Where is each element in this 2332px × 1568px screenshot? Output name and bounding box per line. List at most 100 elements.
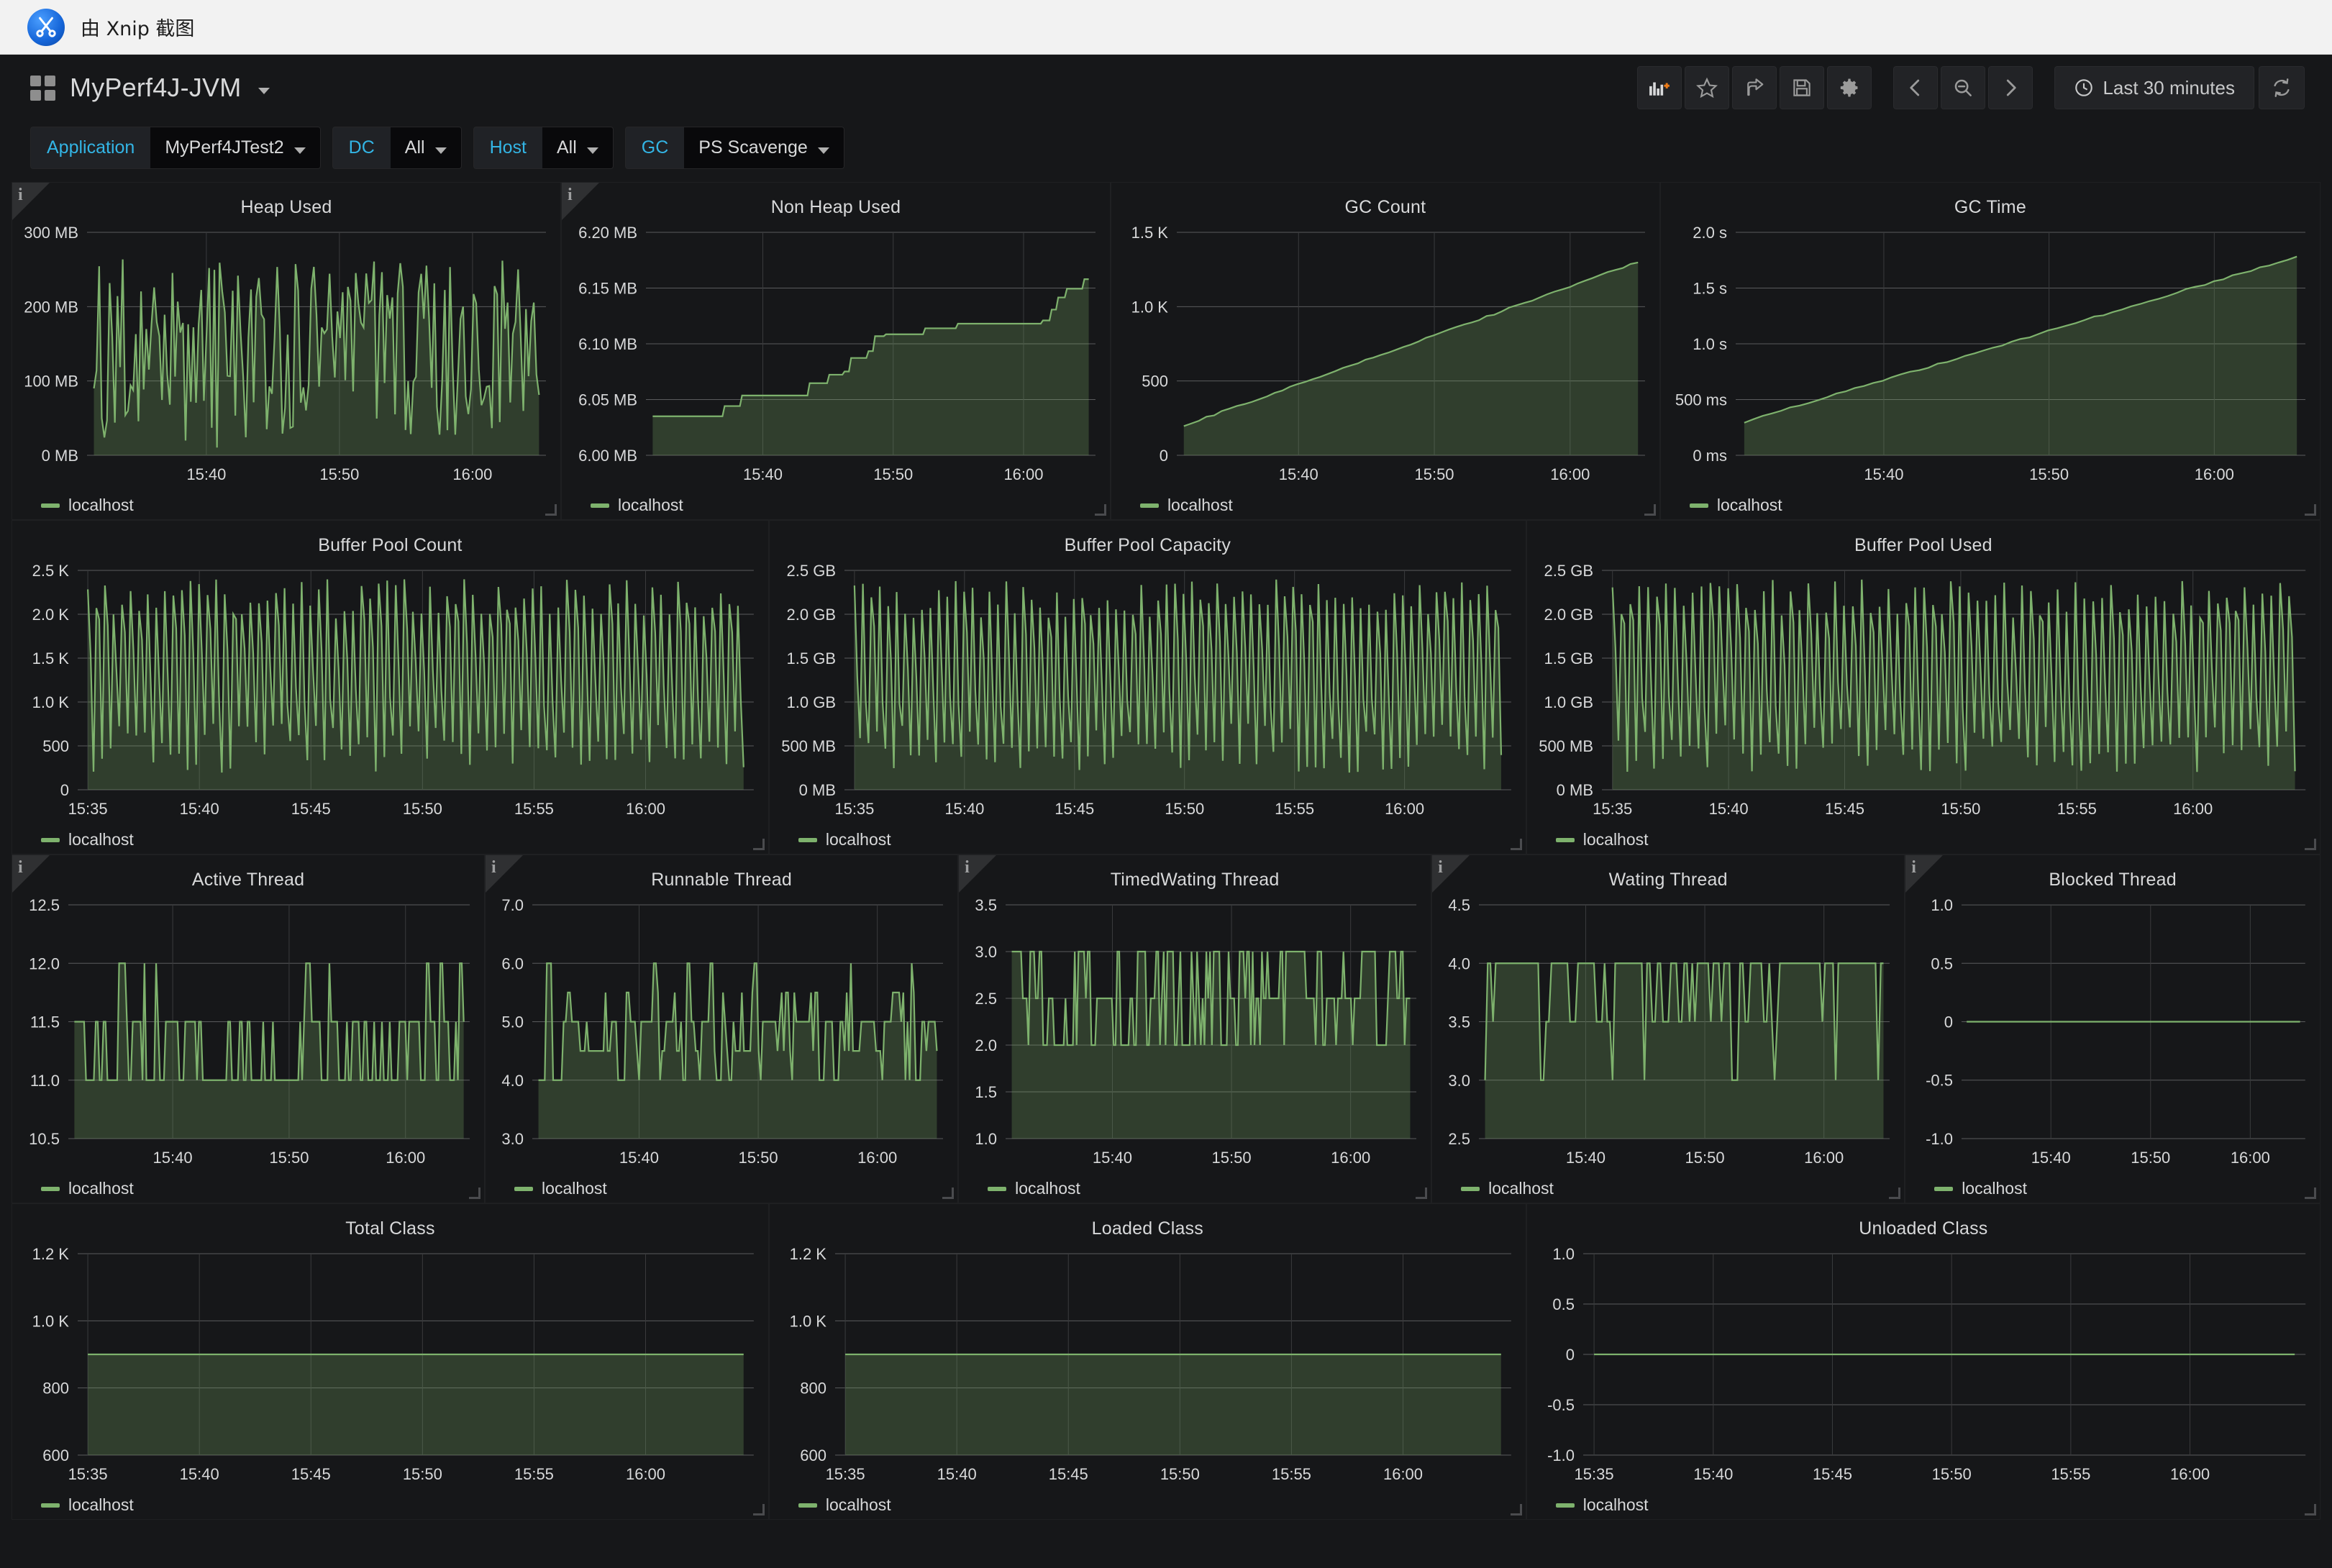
legend-series-label[interactable]: localhost	[68, 496, 134, 515]
panel-unloaded-class[interactable]: Unloaded Class-1.0-0.500.51.015:3515:401…	[1526, 1203, 2320, 1520]
chevron-down-icon[interactable]	[258, 88, 270, 94]
panel-title[interactable]: GC Count	[1111, 188, 1659, 222]
panel-info-icon[interactable]: i	[12, 855, 50, 893]
legend-series-label[interactable]: localhost	[1962, 1179, 2027, 1198]
panel-resize-handle[interactable]	[2305, 1188, 2316, 1199]
plot-area-wating-thread[interactable]: 2.53.03.54.04.515:4015:5016:00	[1432, 895, 1904, 1172]
plot-area-blocked-thread[interactable]: -1.0-0.500.51.015:4015:5016:00	[1905, 895, 2320, 1172]
variable-application-value[interactable]: MyPerf4JTest2	[150, 127, 320, 169]
star-button[interactable]	[1685, 66, 1729, 109]
panel-resize-handle[interactable]	[1416, 1188, 1427, 1199]
plot-area-gc-time[interactable]: 0 ms500 ms1.0 s1.5 s2.0 s15:4015:5016:00	[1661, 222, 2320, 488]
variable-dc[interactable]: DCAll	[332, 127, 462, 169]
variable-gc-value[interactable]: PS Scavenge	[684, 127, 844, 169]
panel-title[interactable]: Buffer Pool Capacity	[770, 527, 1526, 560]
variable-host-value[interactable]: All	[542, 127, 614, 169]
panel-buffer-pool-capacity[interactable]: Buffer Pool Capacity0 MB500 MB1.0 GB1.5 …	[769, 520, 1526, 854]
panel-title[interactable]: Blocked Thread	[1905, 861, 2320, 895]
dashboard-grid-icon[interactable]	[30, 76, 55, 101]
panel-buffer-pool-count[interactable]: Buffer Pool Count05001.0 K1.5 K2.0 K2.5 …	[12, 520, 769, 854]
add-panel-button[interactable]	[1637, 66, 1682, 109]
chevron-down-icon[interactable]	[818, 147, 829, 154]
panel-active-thread[interactable]: iActive Thread10.511.011.512.012.515:401…	[12, 854, 485, 1203]
panel-info-icon[interactable]: i	[1432, 855, 1470, 893]
panel-non-heap-used[interactable]: iNon Heap Used6.00 MB6.05 MB6.10 MB6.15 …	[561, 182, 1111, 520]
legend-series-label[interactable]: localhost	[1488, 1179, 1554, 1198]
panel-gc-time[interactable]: GC Time0 ms500 ms1.0 s1.5 s2.0 s15:4015:…	[1660, 182, 2320, 520]
panel-title[interactable]: Buffer Pool Used	[1527, 527, 2320, 560]
panel-info-icon[interactable]: i	[959, 855, 996, 893]
plot-area-unloaded-class[interactable]: -1.0-0.500.51.015:3515:4015:4515:5015:55…	[1527, 1244, 2320, 1488]
panel-buffer-pool-used[interactable]: Buffer Pool Used0 MB500 MB1.0 GB1.5 GB2.…	[1526, 520, 2320, 854]
plot-area-buffer-pool-count[interactable]: 05001.0 K1.5 K2.0 K2.5 K15:3515:4015:451…	[12, 560, 768, 823]
panel-title[interactable]: Runnable Thread	[486, 861, 957, 895]
plot-area-runnable-thread[interactable]: 3.04.05.06.07.015:4015:5016:00	[486, 895, 957, 1172]
panel-title[interactable]: Unloaded Class	[1527, 1210, 2320, 1244]
legend-series-label[interactable]: localhost	[68, 1495, 134, 1515]
panel-title[interactable]: TimedWating Thread	[959, 861, 1431, 895]
panel-loaded-class[interactable]: Loaded Class6008001.0 K1.2 K15:3515:4015…	[769, 1203, 1526, 1520]
plot-area-total-class[interactable]: 6008001.0 K1.2 K15:3515:4015:4515:5015:5…	[12, 1244, 768, 1488]
panel-resize-handle[interactable]	[753, 839, 765, 850]
refresh-button[interactable]	[2259, 66, 2305, 109]
chevron-down-icon[interactable]	[294, 147, 306, 154]
panel-timedwating-thread[interactable]: iTimedWating Thread1.01.52.02.53.03.515:…	[958, 854, 1431, 1203]
panel-title[interactable]: Heap Used	[12, 188, 560, 222]
panel-info-icon[interactable]: i	[1905, 855, 1943, 893]
panel-resize-handle[interactable]	[545, 504, 557, 516]
panel-title[interactable]: Active Thread	[12, 861, 484, 895]
panel-title[interactable]: Non Heap Used	[562, 188, 1110, 222]
panel-title[interactable]: Buffer Pool Count	[12, 527, 768, 560]
legend-series-label[interactable]: localhost	[618, 496, 683, 515]
settings-button[interactable]	[1827, 66, 1872, 109]
panel-title[interactable]: GC Time	[1661, 188, 2320, 222]
panel-title[interactable]: Wating Thread	[1432, 861, 1904, 895]
plot-area-non-heap-used[interactable]: 6.00 MB6.05 MB6.10 MB6.15 MB6.20 MB15:40…	[562, 222, 1110, 488]
panel-resize-handle[interactable]	[1511, 1504, 1522, 1515]
page-title[interactable]: MyPerf4J-JVM	[70, 73, 241, 103]
panel-total-class[interactable]: Total Class6008001.0 K1.2 K15:3515:4015:…	[12, 1203, 769, 1520]
panel-resize-handle[interactable]	[753, 1504, 765, 1515]
plot-area-gc-count[interactable]: 05001.0 K1.5 K15:4015:5016:00	[1111, 222, 1659, 488]
chevron-down-icon[interactable]	[587, 147, 598, 154]
variable-gc[interactable]: GCPS Scavenge	[625, 127, 844, 169]
save-button[interactable]	[1780, 66, 1824, 109]
panel-resize-handle[interactable]	[1644, 504, 1656, 516]
panel-resize-handle[interactable]	[2305, 1504, 2316, 1515]
panel-resize-handle[interactable]	[942, 1188, 954, 1199]
time-forward-button[interactable]	[1988, 66, 2033, 109]
panel-resize-handle[interactable]	[469, 1188, 480, 1199]
legend-series-label[interactable]: localhost	[1583, 830, 1649, 849]
panel-resize-handle[interactable]	[1511, 839, 1522, 850]
panel-info-icon[interactable]: i	[562, 183, 599, 220]
panel-resize-handle[interactable]	[1889, 1188, 1900, 1199]
legend-series-label[interactable]: localhost	[68, 1179, 134, 1198]
plot-area-heap-used[interactable]: 0 MB100 MB200 MB300 MB15:4015:5016:00	[12, 222, 560, 488]
panel-wating-thread[interactable]: iWating Thread2.53.03.54.04.515:4015:501…	[1431, 854, 1905, 1203]
legend-series-label[interactable]: localhost	[68, 830, 134, 849]
variable-dc-value[interactable]: All	[391, 127, 462, 169]
panel-resize-handle[interactable]	[2305, 504, 2316, 516]
legend-series-label[interactable]: localhost	[1015, 1179, 1080, 1198]
legend-series-label[interactable]: localhost	[826, 1495, 891, 1515]
plot-area-active-thread[interactable]: 10.511.011.512.012.515:4015:5016:00	[12, 895, 484, 1172]
share-button[interactable]	[1732, 66, 1777, 109]
panel-title[interactable]: Loaded Class	[770, 1210, 1526, 1244]
time-back-button[interactable]	[1893, 66, 1938, 109]
chevron-down-icon[interactable]	[435, 147, 447, 154]
panel-title[interactable]: Total Class	[12, 1210, 768, 1244]
panel-info-icon[interactable]: i	[486, 855, 523, 893]
legend-series-label[interactable]: localhost	[1583, 1495, 1649, 1515]
legend-series-label[interactable]: localhost	[542, 1179, 607, 1198]
panel-heap-used[interactable]: iHeap Used0 MB100 MB200 MB300 MB15:4015:…	[12, 182, 561, 520]
panel-resize-handle[interactable]	[1095, 504, 1106, 516]
plot-area-buffer-pool-capacity[interactable]: 0 MB500 MB1.0 GB1.5 GB2.0 GB2.5 GB15:351…	[770, 560, 1526, 823]
plot-area-timedwating-thread[interactable]: 1.01.52.02.53.03.515:4015:5016:00	[959, 895, 1431, 1172]
legend-series-label[interactable]: localhost	[1167, 496, 1233, 515]
panel-info-icon[interactable]: i	[12, 183, 50, 220]
panel-gc-count[interactable]: GC Count05001.0 K1.5 K15:4015:5016:00 loc…	[1111, 182, 1660, 520]
panel-blocked-thread[interactable]: iBlocked Thread-1.0-0.500.51.015:4015:50…	[1905, 854, 2320, 1203]
plot-area-loaded-class[interactable]: 6008001.0 K1.2 K15:3515:4015:4515:5015:5…	[770, 1244, 1526, 1488]
variable-host[interactable]: HostAll	[473, 127, 614, 169]
panel-resize-handle[interactable]	[2305, 839, 2316, 850]
